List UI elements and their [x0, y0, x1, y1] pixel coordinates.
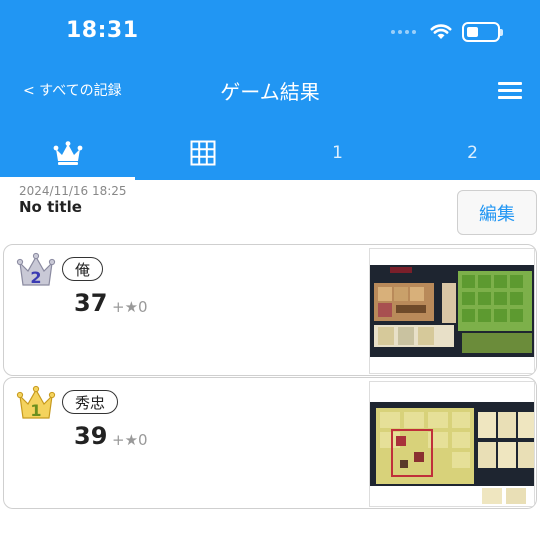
player-name: 秀忠 [62, 390, 119, 414]
result-card[interactable]: 2 俺 37 +★0 [3, 244, 537, 376]
record-title: No title [19, 198, 82, 216]
score-value: 39 [74, 422, 108, 450]
tab-player-1[interactable]: 1 [270, 126, 405, 180]
status-icons [391, 22, 503, 42]
grid-icon [190, 140, 215, 166]
header: 18:31 < すべての記録 ゲーム結果 1 2 [0, 0, 540, 180]
battery-icon [462, 22, 503, 42]
edit-button[interactable]: 編集 [457, 190, 537, 235]
record-date: 2024/11/16 18:25 [19, 184, 127, 198]
player-name: 俺 [62, 257, 104, 281]
silver-crown-icon: 2 [16, 252, 56, 287]
menu-icon[interactable] [498, 82, 522, 99]
tab-player-2[interactable]: 2 [405, 126, 540, 180]
board-photo[interactable] [369, 248, 535, 374]
gold-crown-icon: 1 [16, 385, 56, 420]
tab-bar: 1 2 [0, 126, 540, 180]
bonus-stars: +★0 [112, 431, 148, 449]
status-time: 18:31 [66, 18, 139, 43]
wifi-icon [430, 24, 452, 39]
score-value: 37 [74, 289, 108, 317]
result-card[interactable]: 1 秀忠 39 +★0 [3, 377, 537, 509]
tab-ranking[interactable] [0, 126, 135, 180]
app-screen: 18:31 < すべての記録 ゲーム結果 1 2 2024/11/16 18:2… [0, 0, 540, 542]
rank-number: 1 [30, 401, 41, 420]
board-photo[interactable] [369, 381, 535, 507]
signal-icon [391, 30, 416, 34]
page-title: ゲーム結果 [220, 80, 320, 104]
crown-icon [53, 141, 82, 165]
tab-score-table[interactable] [135, 126, 270, 180]
rank-number: 2 [30, 268, 41, 287]
bonus-stars: +★0 [112, 298, 148, 316]
